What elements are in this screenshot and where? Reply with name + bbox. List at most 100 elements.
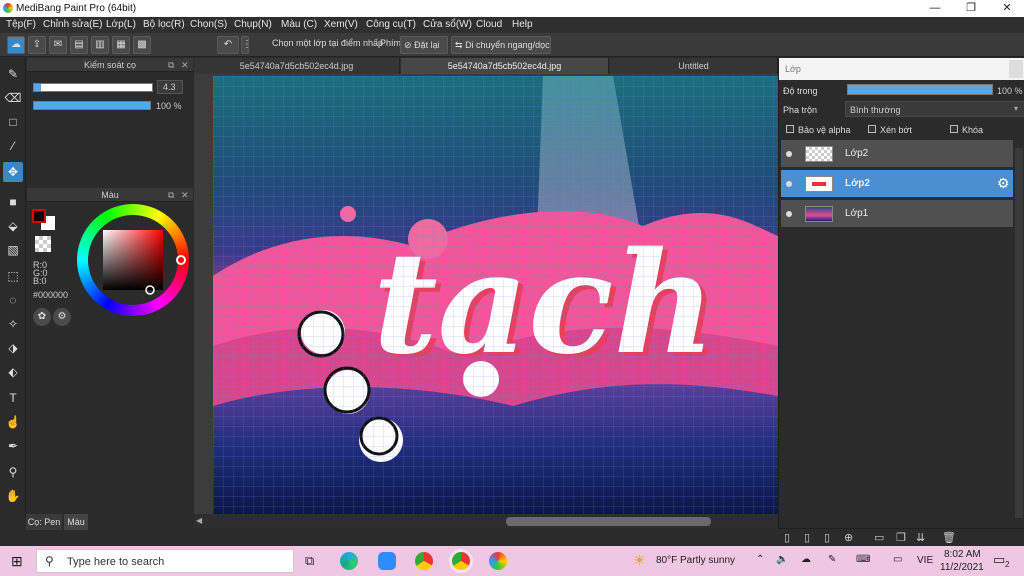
transparent-color-swatch[interactable] (35, 236, 51, 252)
menu-help[interactable]: Help (512, 19, 533, 30)
layer-opacity-slider[interactable] (847, 84, 993, 95)
undock-icon[interactable]: ⧉ (168, 188, 174, 202)
menu-select[interactable]: Chọn(S) (190, 19, 227, 30)
brush-tool-icon[interactable]: ⁄ (3, 136, 23, 156)
menu-view[interactable]: Xem(V) (324, 19, 358, 30)
brush-size-field[interactable]: 4.3 (157, 80, 183, 94)
lock-checkbox[interactable] (950, 125, 958, 133)
edge-browser-icon[interactable] (340, 552, 358, 570)
message-icon[interactable]: ▤ (70, 36, 88, 54)
scrollbar-thumb[interactable] (506, 517, 711, 526)
panel-close-icon[interactable]: ✕ (181, 188, 189, 202)
canvas-area[interactable]: tach tach (194, 74, 778, 514)
palette-settings-icon[interactable]: ⚙ (53, 308, 71, 326)
color-wheel[interactable] (77, 204, 189, 316)
eraser-tool-icon[interactable]: ⌫ (3, 88, 23, 108)
zoom-app-icon[interactable] (378, 552, 396, 570)
select-pen-tool-icon[interactable]: ⬗ (3, 338, 23, 358)
undock-icon[interactable]: ⧉ (168, 58, 174, 72)
undo-icon[interactable]: ↶ (217, 36, 239, 54)
tab-brush[interactable]: Cọ: Pen (26, 514, 62, 530)
comment-icon[interactable]: ✉ (49, 36, 67, 54)
tab-color[interactable]: Màu (64, 514, 88, 530)
horizontal-scrollbar[interactable]: ◀ (194, 514, 778, 528)
windows-start-icon[interactable]: ⊞ (11, 553, 23, 570)
visibility-icon[interactable] (786, 151, 792, 157)
menu-layer[interactable]: Lớp(L) (106, 19, 136, 30)
layer-row[interactable]: Lớp1 (781, 200, 1013, 228)
tab-document-1[interactable]: 5e54740a7d5cb502ec4d.jpg (194, 58, 400, 74)
protect-alpha-checkbox[interactable] (786, 125, 794, 133)
keyboard-icon[interactable]: ⌨ (856, 554, 870, 565)
medibang-app-icon[interactable] (489, 552, 507, 570)
tab-untitled[interactable]: Untitled (610, 58, 778, 74)
volume-icon[interactable]: 🔈 (776, 554, 788, 565)
menu-snap[interactable]: Chụp(N) (234, 19, 272, 30)
scroll-left-icon[interactable]: ◀ (196, 516, 202, 525)
flip-button[interactable]: ⇆ Di chuyển ngang/dọc (451, 36, 551, 54)
document-icon[interactable]: ▥ (91, 36, 109, 54)
visibility-icon[interactable] (786, 181, 792, 187)
operation-tool-icon[interactable]: ☝ (3, 412, 23, 432)
select-eraser-tool-icon[interactable]: ⬖ (3, 362, 23, 382)
clock-time[interactable]: 8:02 AM (944, 549, 981, 560)
new-layer-icon[interactable]: ▯ (784, 531, 790, 544)
taskbar-search[interactable]: ⚲ Type here to search (36, 549, 294, 573)
artwork-canvas[interactable]: tach tach (213, 76, 778, 514)
layer-row-selected[interactable]: Lớp2 ⚙ (781, 170, 1013, 198)
onedrive-icon[interactable]: ☁ (801, 554, 811, 565)
eyedropper-tool-icon[interactable]: ⚲ (3, 462, 23, 482)
layer-panel-scroll-icon[interactable] (1009, 60, 1023, 78)
menu-edit[interactable]: Chỉnh sửa(E) (43, 19, 103, 30)
duplicate-layer-icon[interactable]: ❐ (896, 531, 906, 544)
minimize-button[interactable]: — (918, 0, 952, 17)
chevron-up-icon[interactable]: ⌃ (756, 554, 764, 565)
material-icon[interactable]: ▦ (112, 36, 130, 54)
reset-button[interactable]: ⊘ Đặt lại (400, 36, 448, 54)
menu-filter[interactable]: Bộ lọc(R) (143, 19, 185, 30)
menu-color[interactable]: Màu (C) (281, 19, 317, 30)
layer-scrollbar[interactable] (1015, 148, 1023, 518)
lasso-tool-icon[interactable]: ◌ (3, 290, 23, 310)
select-tool-icon[interactable]: ⬚ (3, 266, 23, 286)
gradient-tool-icon[interactable]: ▧ (3, 240, 23, 260)
new-8bit-layer-icon[interactable]: ▯ (824, 531, 830, 544)
merge-layer-icon[interactable]: ⇊ (916, 531, 925, 544)
add-layer-menu-icon[interactable]: ⊕ (844, 531, 853, 544)
task-view-icon[interactable]: ⧉ (305, 553, 314, 569)
panel-close-icon[interactable]: ✕ (181, 58, 189, 72)
brush-size-slider[interactable] (33, 83, 153, 92)
clock-date[interactable]: 11/2/2021 (940, 562, 984, 573)
menu-file[interactable]: Tệp(F) (6, 19, 36, 30)
chrome-icon[interactable] (415, 552, 433, 570)
cloud-icon[interactable]: ☁ (7, 36, 25, 54)
bucket-tool-icon[interactable]: ⬙ (3, 216, 23, 236)
menu-window[interactable]: Cửa sổ(W) (423, 19, 472, 30)
network-icon[interactable]: ▭ (893, 554, 902, 565)
weather-text[interactable]: 80°F Partly sunny (656, 555, 735, 566)
menu-cloud[interactable]: Cloud (476, 19, 502, 30)
text-tool-icon[interactable]: T (3, 388, 23, 408)
dropper-tool-icon[interactable]: ✒ (3, 436, 23, 456)
clipping-checkbox[interactable] (868, 125, 876, 133)
hand-tool-icon[interactable]: ✋ (3, 486, 23, 506)
brush-opacity-slider[interactable] (33, 101, 151, 110)
notification-icon[interactable]: ▭ (993, 552, 1005, 568)
new-halftone-layer-icon[interactable]: ▯ (804, 531, 810, 544)
tab-document-2[interactable]: 5e54740a7d5cb502ec4d.jpg (401, 58, 609, 74)
grid-icon[interactable]: ▩ (133, 36, 151, 54)
blend-mode-select[interactable]: Bình thường ▾ (845, 101, 1024, 117)
restore-button[interactable]: ❐ (954, 0, 988, 17)
menu-tools[interactable]: Công cụ(T) (366, 19, 416, 30)
rectangle-tool-icon[interactable]: □ (3, 112, 23, 132)
visibility-icon[interactable] (786, 211, 792, 217)
undo-more-icon[interactable]: ⋮ (241, 36, 252, 54)
layer-row[interactable]: Lớp2 (781, 140, 1013, 168)
fill-rect-tool-icon[interactable]: ■ (3, 192, 23, 212)
folder-icon[interactable]: ▭ (874, 531, 884, 544)
magic-wand-tool-icon[interactable]: ✧ (3, 314, 23, 334)
palette-icon[interactable]: ✿ (33, 308, 51, 326)
pen-icon[interactable]: ✎ (828, 554, 836, 565)
move-tool-icon[interactable]: ✥ (3, 162, 23, 182)
gear-icon[interactable]: ⚙ (997, 175, 1010, 192)
